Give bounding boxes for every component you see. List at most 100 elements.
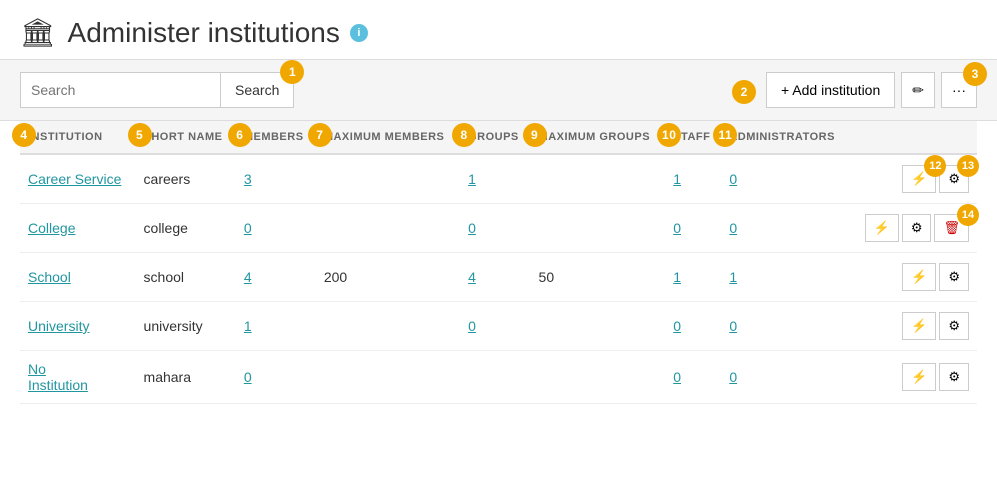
connect-button[interactable]: ⚡	[902, 363, 936, 391]
annotation-badge-6: 6	[228, 123, 252, 147]
staff-link[interactable]: 1	[673, 269, 681, 285]
groups-cell: 1	[460, 154, 530, 204]
actions-cell: ⚡ ⚙	[850, 351, 977, 404]
members-cell: 1	[236, 302, 316, 351]
members-link[interactable]: 4	[244, 269, 252, 285]
staff-cell: 1	[665, 154, 721, 204]
annotation-badge-8: 8	[452, 123, 476, 147]
col-institution: 4 INSTITUTION	[20, 121, 136, 154]
groups-link[interactable]: 1	[468, 171, 476, 187]
members-link[interactable]: 0	[244, 369, 252, 385]
institution-link[interactable]: University	[28, 318, 89, 334]
action-buttons: ⚡ 12 ⚙ 13	[858, 165, 969, 193]
institution-name-cell: Career Service	[20, 154, 136, 204]
table-row: College college 0 0 0 0 ⚡ ⚙ 🗑 14	[20, 204, 977, 253]
annotation-badge-11: 11	[713, 123, 737, 147]
groups-cell: 4	[460, 253, 530, 302]
groups-link[interactable]: 0	[468, 220, 476, 236]
max-groups-cell	[531, 154, 666, 204]
settings-button[interactable]: ⚙	[939, 363, 969, 391]
settings-button[interactable]: ⚙	[939, 263, 969, 291]
action-buttons: ⚡ ⚙	[858, 263, 969, 291]
connect-button[interactable]: ⚡	[902, 263, 936, 291]
staff-link[interactable]: 0	[673, 318, 681, 334]
connect-button[interactable]: ⚡	[865, 214, 899, 242]
staff-link[interactable]: 1	[673, 171, 681, 187]
max-groups-cell: 50	[531, 253, 666, 302]
max-groups-cell	[531, 204, 666, 253]
annotation-badge-3: 3	[963, 62, 987, 86]
search-area: Search 1	[20, 72, 294, 108]
info-badge[interactable]: i	[350, 24, 368, 42]
institution-icon: 🏛	[20, 16, 56, 49]
admin-cell: 1	[721, 253, 849, 302]
action-buttons: ⚡ ⚙	[858, 312, 969, 340]
short-name-cell: mahara	[136, 351, 236, 404]
table-row: NoInstitution mahara 0 0 0 ⚡ ⚙	[20, 351, 977, 404]
max-members-cell	[316, 351, 460, 404]
col-max-members: 7 MAXIMUM MEMBERS	[316, 121, 460, 154]
annotation-badge-1: 1	[280, 60, 304, 84]
staff-link[interactable]: 0	[673, 369, 681, 385]
settings-button[interactable]: ⚙	[939, 312, 969, 340]
actions-cell: ⚡ 12 ⚙ 13	[850, 154, 977, 204]
max-members-cell	[316, 302, 460, 351]
institution-name-cell: University	[20, 302, 136, 351]
table-row: Career Service careers 3 1 1 0 ⚡ 12 ⚙ 13	[20, 154, 977, 204]
admin-link[interactable]: 0	[729, 171, 737, 187]
connect-button[interactable]: ⚡	[902, 312, 936, 340]
annotation-badge-2: 2	[732, 80, 756, 104]
members-cell: 3	[236, 154, 316, 204]
annotation-badge-9: 9	[523, 123, 547, 147]
annotation-badge-10: 10	[657, 123, 681, 147]
max-members-cell	[316, 204, 460, 253]
institution-link[interactable]: NoInstitution	[28, 361, 88, 393]
max-members-cell	[316, 154, 460, 204]
institution-name-cell: School	[20, 253, 136, 302]
edit-button[interactable]: ✏	[901, 72, 935, 108]
groups-link[interactable]: 0	[468, 318, 476, 334]
members-link[interactable]: 0	[244, 220, 252, 236]
groups-cell: 0	[460, 302, 530, 351]
settings-button[interactable]: ⚙	[902, 214, 932, 242]
actions-cell: ⚡ ⚙	[850, 253, 977, 302]
staff-cell: 0	[665, 351, 721, 404]
col-members: 6 MEMBERS	[236, 121, 316, 154]
col-short-name: 5 SHORT NAME	[136, 121, 236, 154]
groups-link[interactable]: 4	[468, 269, 476, 285]
add-institution-button[interactable]: + Add institution	[766, 72, 895, 108]
annotation-badge-14: 14	[957, 204, 979, 226]
admin-cell: 0	[721, 302, 849, 351]
staff-cell: 0	[665, 204, 721, 253]
table-row: School school 4 200 4 50 1 1 ⚡ ⚙	[20, 253, 977, 302]
groups-cell	[460, 351, 530, 404]
members-cell: 0	[236, 351, 316, 404]
max-groups-cell	[531, 302, 666, 351]
members-link[interactable]: 1	[244, 318, 252, 334]
search-input[interactable]	[20, 72, 220, 108]
staff-cell: 1	[665, 253, 721, 302]
action-buttons: ⚡ ⚙ 🗑 14	[858, 214, 969, 242]
action-buttons: ⚡ ⚙	[858, 363, 969, 391]
content-area: 4 INSTITUTION 5 SHORT NAME 6 MEMBERS 7 M…	[0, 121, 997, 424]
admin-link[interactable]: 1	[729, 269, 737, 285]
staff-link[interactable]: 0	[673, 220, 681, 236]
institutions-table: 4 INSTITUTION 5 SHORT NAME 6 MEMBERS 7 M…	[20, 121, 977, 404]
members-link[interactable]: 3	[244, 171, 252, 187]
max-groups-cell	[531, 351, 666, 404]
members-cell: 4	[236, 253, 316, 302]
members-cell: 0	[236, 204, 316, 253]
institution-link[interactable]: College	[28, 220, 75, 236]
admin-link[interactable]: 0	[729, 369, 737, 385]
actions-cell: ⚡ ⚙ 🗑 14	[850, 204, 977, 253]
admin-link[interactable]: 0	[729, 318, 737, 334]
admin-cell: 0	[721, 154, 849, 204]
short-name-cell: college	[136, 204, 236, 253]
toolbar: Search 1 2 + Add institution ✏ ··· 3	[0, 60, 997, 121]
annotation-badge-13: 13	[957, 155, 979, 177]
col-groups: 8 GROUPS	[460, 121, 530, 154]
institution-link[interactable]: School	[28, 269, 71, 285]
actions-cell: ⚡ ⚙	[850, 302, 977, 351]
institution-link[interactable]: Career Service	[28, 171, 121, 187]
admin-link[interactable]: 0	[729, 220, 737, 236]
